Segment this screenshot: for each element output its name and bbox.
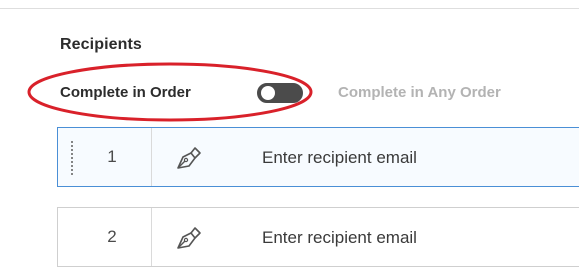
recipient-email-input[interactable]: Enter recipient email [262, 148, 417, 168]
signing-order-toggle[interactable] [257, 83, 303, 103]
drag-handle-icon[interactable] [71, 140, 73, 176]
recipient-number: 1 [107, 147, 117, 166]
top-divider [0, 8, 579, 9]
recipient-row-1[interactable]: 1 Enter recipient email [57, 127, 579, 187]
row-divider [151, 208, 152, 266]
recipients-heading: Recipients [60, 36, 142, 53]
recipient-row-2[interactable]: 2 Enter recipient email [57, 207, 579, 267]
complete-in-any-order-label[interactable]: Complete in Any Order [338, 84, 501, 101]
complete-in-order-label[interactable]: Complete in Order [60, 84, 191, 101]
recipient-number: 2 [107, 227, 117, 246]
signing-order-control: Complete in Order Complete in Any Order [60, 80, 579, 106]
pen-icon[interactable] [174, 144, 202, 172]
toggle-knob [261, 86, 275, 100]
recipient-email-input[interactable]: Enter recipient email [262, 228, 417, 248]
pen-icon[interactable] [174, 224, 202, 252]
row-divider [151, 128, 152, 186]
